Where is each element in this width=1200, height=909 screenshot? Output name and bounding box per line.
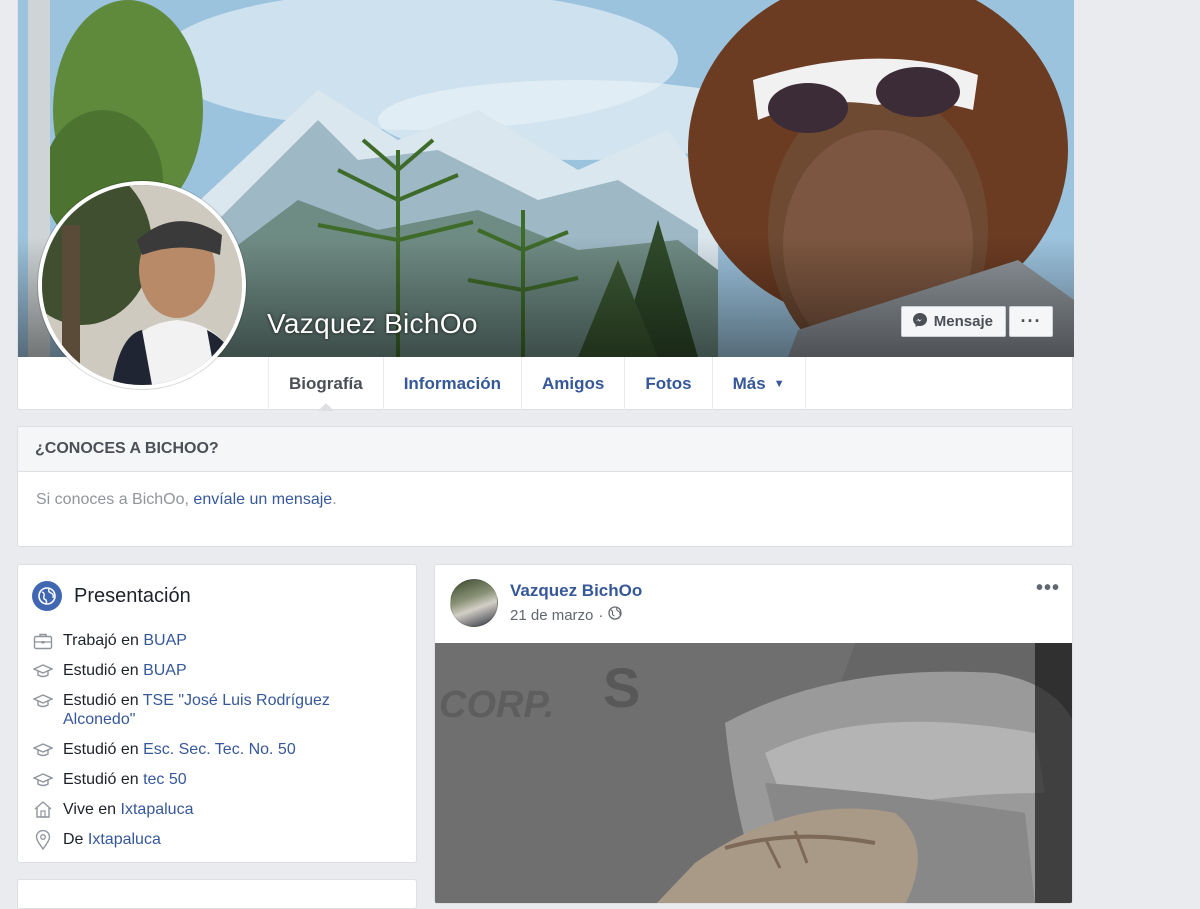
home-icon (32, 800, 54, 819)
intro-item-education: Estudió en Esc. Sec. Tec. No. 50 (32, 740, 402, 759)
post-meta-separator: · (598, 606, 604, 624)
intro-item-prefix: Estudió en (63, 662, 144, 679)
post-photo-illustration: CORP. S (435, 643, 1072, 903)
know-card-body: Si conoces a BichOo, envíale un mensaje. (18, 472, 1072, 528)
location-pin-icon (32, 829, 54, 850)
graduation-cap-icon (32, 661, 54, 680)
profile-tabs: Biografía Información Amigos Fotos Más ▼ (268, 357, 806, 411)
intro-item-work: Trabajó en BUAP (32, 631, 402, 650)
intro-item-lives: Vive en Ixtapaluca (32, 800, 402, 819)
tab-fotos[interactable]: Fotos (624, 357, 711, 410)
intro-item-education: Estudió en TSE "José Luis Rodríguez Alco… (32, 691, 402, 729)
intro-header: Presentación (32, 581, 191, 611)
cover-actions: Mensaje ··· (900, 306, 1053, 337)
post-date[interactable]: 21 de marzo (510, 607, 593, 624)
post-author-avatar[interactable] (450, 579, 498, 627)
tab-amigos[interactable]: Amigos (520, 357, 624, 410)
graduation-cap-icon (32, 740, 54, 759)
intro-item-prefix: De (63, 831, 88, 848)
next-card (17, 879, 417, 909)
profile-picture[interactable] (38, 181, 246, 389)
ellipsis-icon: ··· (1020, 311, 1042, 331)
tab-informacion[interactable]: Información (382, 357, 521, 410)
message-button-label: Mensaje (933, 313, 993, 330)
intro-list: Trabajó en BUAP Estudió en BUAP Estudió … (32, 631, 402, 860)
intro-item-prefix: Estudió en (63, 771, 144, 788)
post-meta: 21 de marzo · (510, 606, 623, 624)
profile-header: Vazquez BichOo Mensaje ··· Biografía Inf… (17, 0, 1074, 411)
intro-item-education: Estudió en BUAP (32, 661, 402, 680)
intro-item-link[interactable]: Ixtapaluca (121, 801, 194, 818)
message-button[interactable]: Mensaje (900, 306, 1006, 337)
briefcase-icon (32, 631, 54, 650)
intro-item-prefix: Trabajó en (63, 632, 144, 649)
know-card-suffix: . (332, 491, 337, 508)
globe-icon (32, 581, 62, 611)
intro-item-link[interactable]: tec 50 (143, 771, 187, 788)
intro-title: Presentación (74, 584, 191, 607)
profile-picture-image (42, 185, 242, 385)
graduation-cap-icon (32, 691, 54, 710)
photo-text-s: S (603, 656, 640, 719)
post-photo[interactable]: CORP. S (435, 643, 1072, 903)
public-globe-icon (608, 606, 623, 624)
tab-mas-label: Más (732, 373, 766, 393)
intro-item-prefix: Estudió en (63, 741, 144, 758)
intro-card: Presentación Trabajó en BUAP Estudió en … (17, 564, 417, 863)
send-message-link[interactable]: envíale un mensaje (193, 491, 332, 508)
tab-biografia[interactable]: Biografía (268, 357, 383, 411)
intro-item-link[interactable]: Esc. Sec. Tec. No. 50 (143, 741, 296, 758)
intro-item-prefix: Estudió en (63, 692, 143, 709)
profile-name[interactable]: Vazquez BichOo (267, 308, 478, 340)
photo-text-corp: CORP. (439, 684, 554, 726)
messenger-icon (912, 312, 928, 332)
intro-item-link[interactable]: BUAP (143, 662, 187, 679)
know-card: ¿CONOCES A BICHOO? Si conoces a BichOo, … (17, 426, 1073, 547)
post-author-name[interactable]: Vazquez BichOo (510, 581, 642, 601)
post-card: Vazquez BichOo 21 de marzo · ••• CORP. S (434, 564, 1073, 904)
more-options-button[interactable]: ··· (1009, 306, 1053, 337)
tab-mas[interactable]: Más ▼ (711, 357, 806, 410)
caret-down-icon: ▼ (773, 377, 785, 390)
intro-item-link[interactable]: BUAP (143, 632, 187, 649)
intro-item-from: De Ixtapaluca (32, 829, 402, 850)
know-card-header: ¿CONOCES A BICHOO? (18, 427, 1072, 472)
intro-item-link[interactable]: Ixtapaluca (88, 831, 161, 848)
intro-item-prefix: Vive en (63, 801, 121, 818)
intro-item-education: Estudió en tec 50 (32, 770, 402, 789)
post-options-icon[interactable]: ••• (1036, 577, 1060, 600)
graduation-cap-icon (32, 770, 54, 789)
know-card-text: Si conoces a BichOo, (36, 491, 194, 508)
